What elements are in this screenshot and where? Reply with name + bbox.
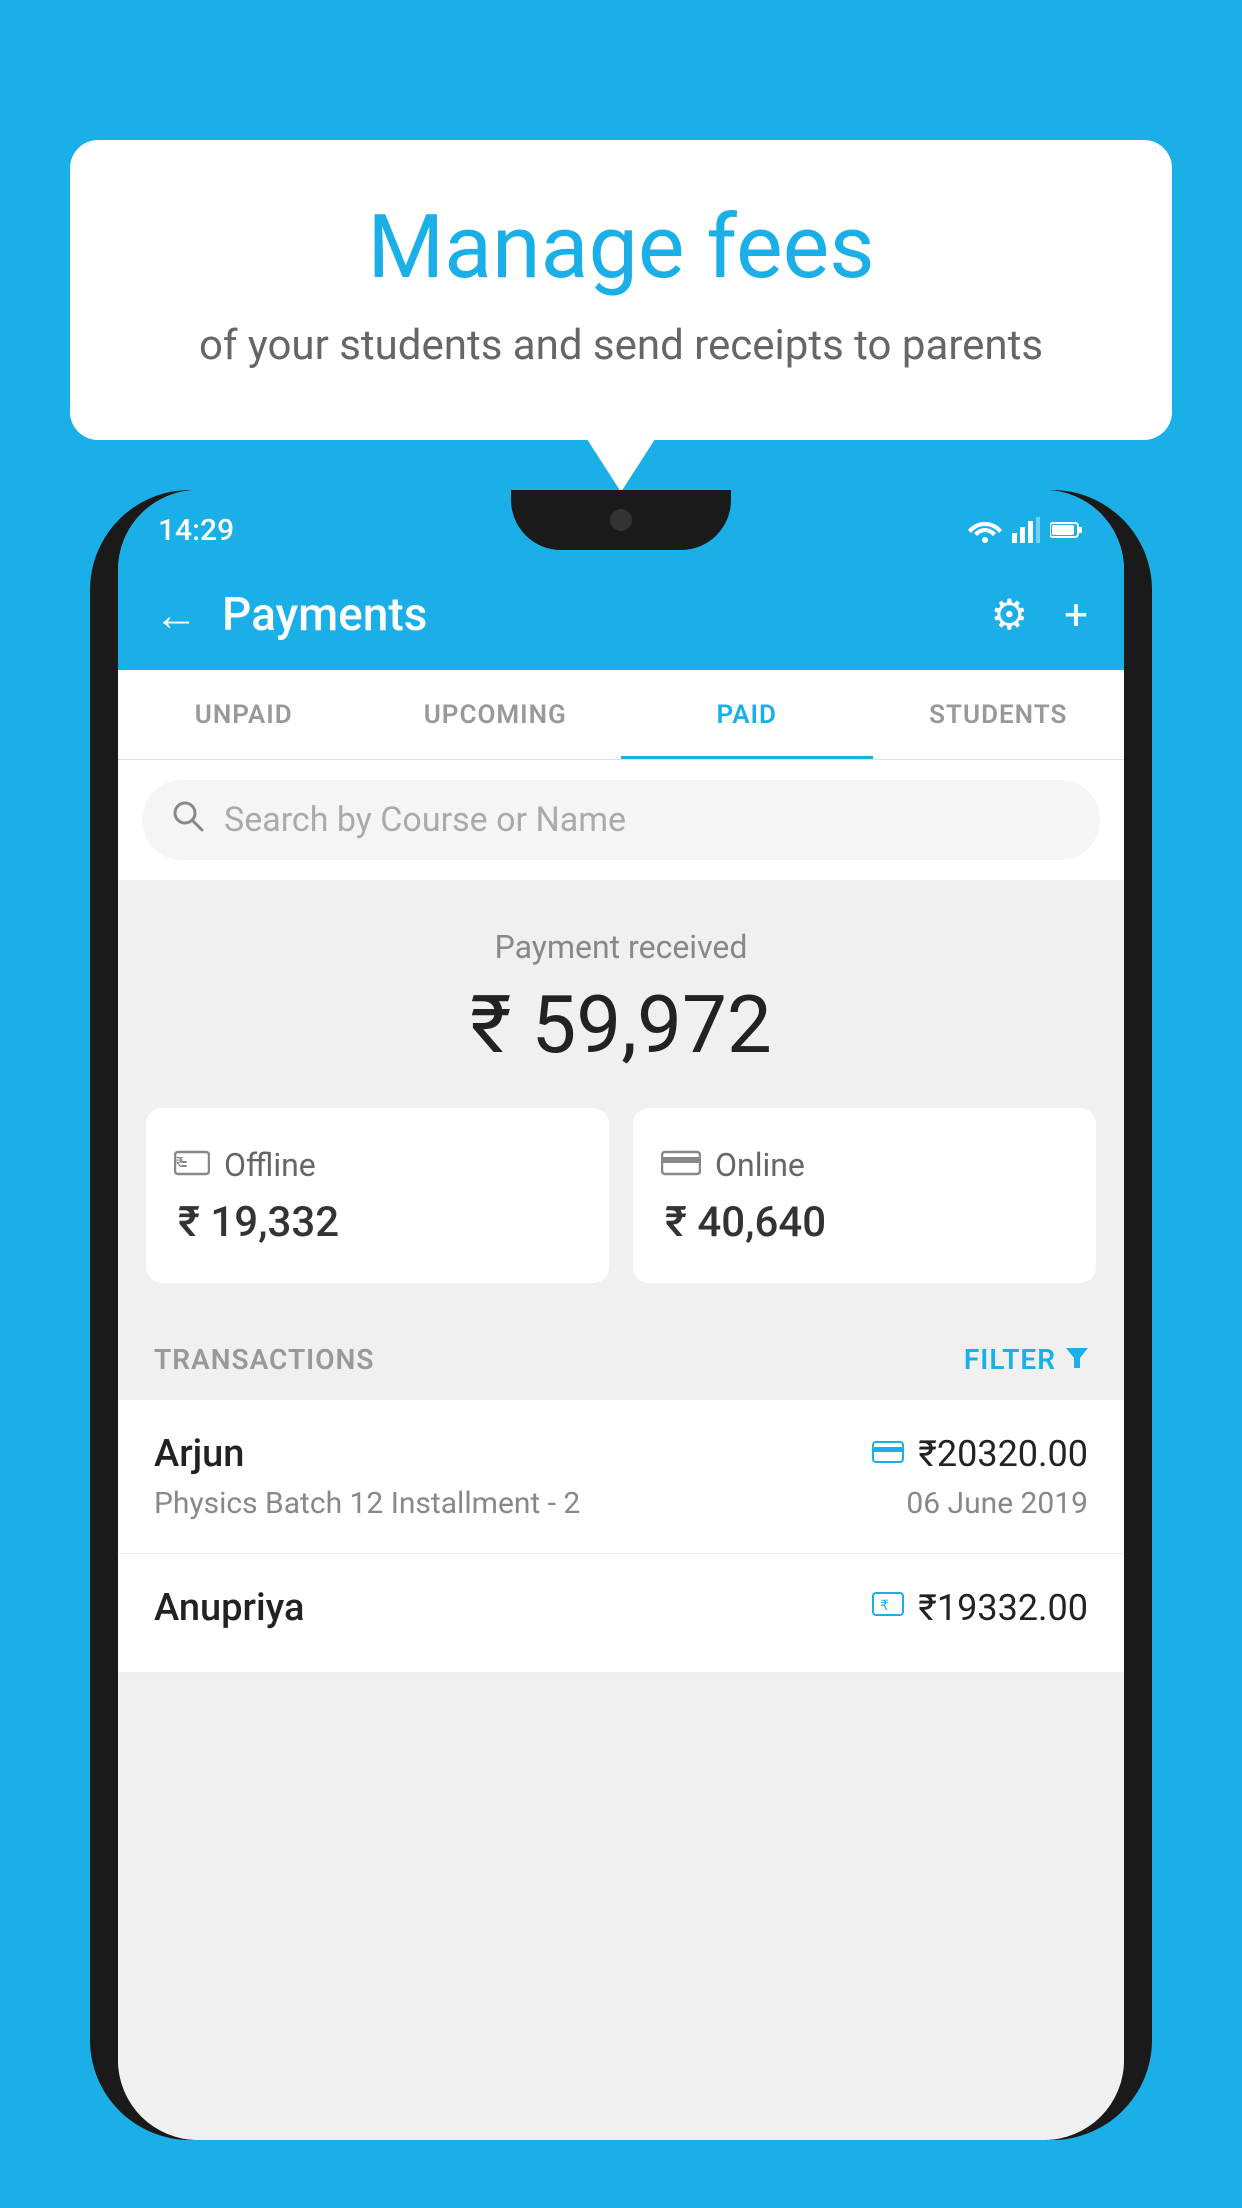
search-container: Search by Course or Name (118, 760, 1124, 880)
back-button[interactable]: ← (154, 589, 198, 641)
online-card: Online ₹ 40,640 (633, 1108, 1096, 1283)
speech-bubble: Manage fees of your students and send re… (70, 140, 1172, 440)
offline-card: ₹ Offline ₹ 19,332 (146, 1108, 609, 1283)
transaction-amount-anupriya: ₹19332.00 (918, 1587, 1088, 1629)
online-label: Online (715, 1146, 805, 1184)
online-card-header: Online (661, 1144, 1068, 1186)
tab-paid[interactable]: PAID (621, 670, 873, 759)
tab-unpaid[interactable]: UNPAID (118, 670, 370, 759)
transaction-item-arjun[interactable]: Arjun ₹20320.00 Physics (118, 1400, 1124, 1554)
phone-screen: 14:29 (118, 490, 1124, 2140)
offline-amount: ₹ 19,332 (174, 1198, 581, 1247)
filter-label: FILTER (964, 1343, 1056, 1376)
offline-card-header: ₹ Offline (174, 1144, 581, 1186)
tabs-bar: UNPAID UPCOMING PAID STUDENTS (118, 670, 1124, 760)
nav-actions: ⚙ + (991, 590, 1089, 640)
offline-label: Offline (224, 1146, 316, 1184)
transactions-header: TRANSACTIONS FILTER (118, 1319, 1124, 1400)
payment-received-amount: ₹ 59,972 (154, 978, 1088, 1072)
filter-button[interactable]: FILTER (964, 1343, 1088, 1376)
transaction-row-1-arjun: Arjun ₹20320.00 (154, 1432, 1088, 1476)
transaction-amount-wrap-anupriya: ₹ ₹19332.00 (872, 1587, 1088, 1629)
transaction-row-2-arjun: Physics Batch 12 Installment - 2 06 June… (154, 1486, 1088, 1521)
transactions-label: TRANSACTIONS (154, 1343, 374, 1376)
transaction-amount-arjun: ₹20320.00 (918, 1433, 1088, 1475)
offline-payment-type-icon: ₹ (872, 1590, 904, 1626)
phone-wrapper: 14:29 (90, 490, 1152, 2208)
svg-text:₹: ₹ (176, 1155, 183, 1171)
online-amount: ₹ 40,640 (661, 1198, 1068, 1247)
nav-bar: ← Payments ⚙ + (118, 560, 1124, 670)
manage-fees-subtitle: of your students and send receipts to pa… (150, 321, 1092, 370)
offline-payment-icon: ₹ (174, 1144, 210, 1186)
status-time: 14:29 (158, 513, 234, 548)
speech-bubble-container: Manage fees of your students and send re… (70, 140, 1172, 440)
filter-icon (1066, 1345, 1088, 1375)
transaction-item-anupriya[interactable]: Anupriya ₹ ₹19332.00 (118, 1554, 1124, 1673)
wifi-icon (968, 517, 1002, 543)
search-bar[interactable]: Search by Course or Name (142, 780, 1100, 860)
manage-fees-title: Manage fees (150, 200, 1092, 297)
transaction-name-anupriya: Anupriya (154, 1586, 304, 1630)
status-icons (968, 517, 1084, 543)
page-title: Payments (222, 588, 967, 642)
transaction-name-arjun: Arjun (154, 1432, 244, 1476)
svg-text:₹: ₹ (880, 1597, 889, 1613)
transaction-row-1-anupriya: Anupriya ₹ ₹19332.00 (154, 1586, 1088, 1630)
front-camera (610, 509, 632, 531)
add-icon[interactable]: + (1064, 591, 1088, 640)
phone-notch (511, 490, 731, 550)
battery-icon (1050, 520, 1084, 540)
transaction-course-arjun: Physics Batch 12 Installment - 2 (154, 1486, 580, 1521)
online-payment-icon (661, 1144, 701, 1186)
phone-device: 14:29 (90, 490, 1152, 2140)
search-placeholder-text: Search by Course or Name (224, 800, 626, 840)
transaction-amount-wrap-arjun: ₹20320.00 (872, 1433, 1088, 1475)
tab-students[interactable]: STUDENTS (873, 670, 1125, 759)
payment-received-section: Payment received ₹ 59,972 (118, 880, 1124, 1108)
search-icon (170, 798, 206, 843)
tab-upcoming[interactable]: UPCOMING (370, 670, 622, 759)
payment-received-label: Payment received (154, 928, 1088, 966)
payment-cards: ₹ Offline ₹ 19,332 (118, 1108, 1124, 1319)
transaction-date-arjun: 06 June 2019 (906, 1486, 1088, 1521)
content-area: Search by Course or Name Payment receive… (118, 760, 1124, 2140)
settings-icon[interactable]: ⚙ (991, 590, 1029, 640)
online-payment-type-icon (872, 1437, 904, 1472)
signal-icon (1012, 517, 1040, 543)
